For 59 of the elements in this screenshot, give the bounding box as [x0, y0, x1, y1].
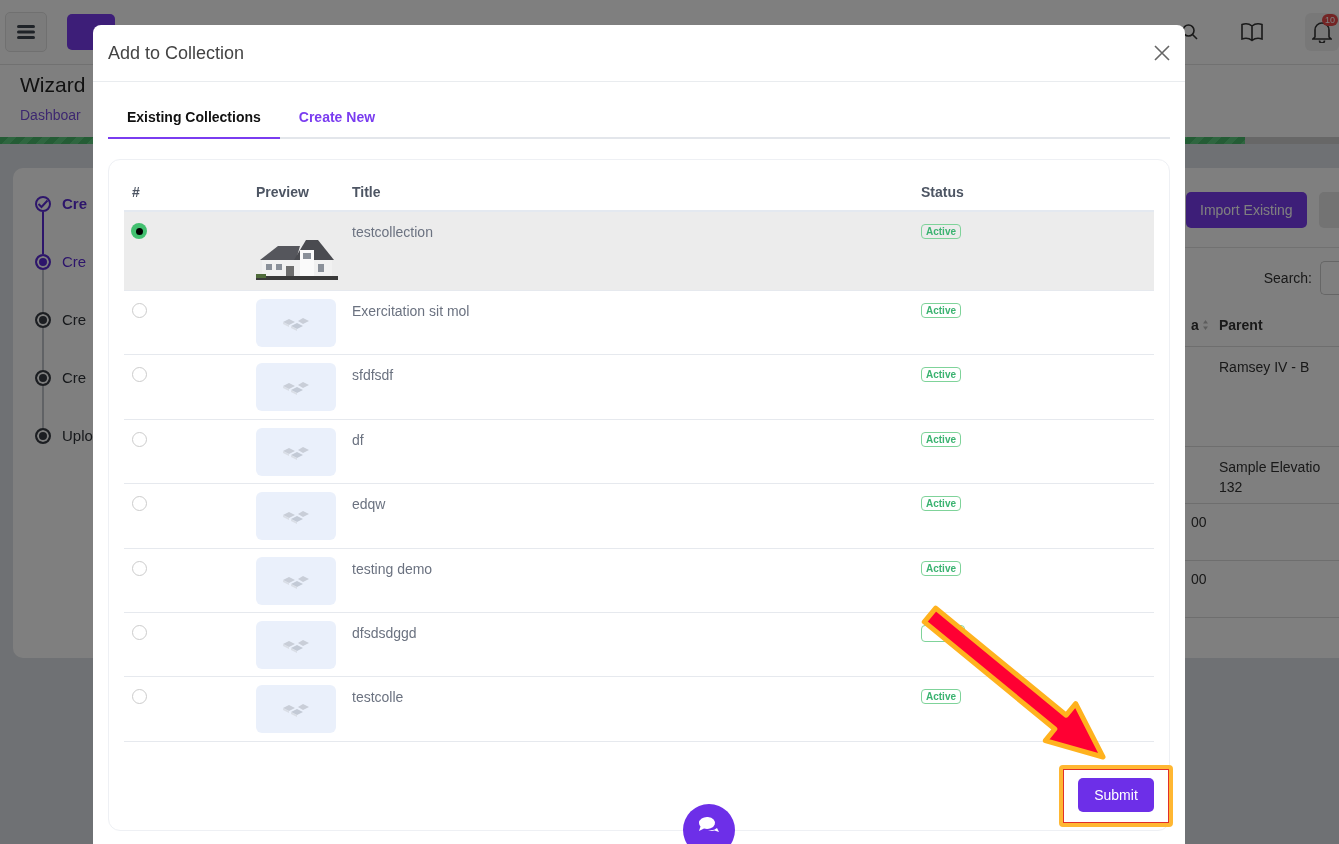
search-field[interactable]	[1320, 261, 1339, 295]
menu-icon	[17, 24, 35, 40]
book-icon[interactable]	[1241, 22, 1263, 42]
step-marker	[35, 428, 51, 444]
collection-title: Exercitation sit mol	[352, 303, 470, 319]
modal-title: Add to Collection	[108, 42, 245, 64]
radio-button[interactable]	[132, 624, 147, 640]
status-badge: Active	[921, 689, 961, 705]
column-header: #	[131, 184, 141, 200]
import-existing-button[interactable]: Import Existing	[1186, 192, 1307, 228]
chat-icon	[697, 815, 721, 835]
menu-button[interactable]	[5, 12, 47, 52]
collection-title: testing demo	[352, 560, 433, 577]
step-marker	[35, 370, 51, 386]
collection-title: testcollection	[352, 224, 433, 240]
notification-badge: 10	[1322, 14, 1338, 26]
tab[interactable]: Create New	[279, 99, 395, 139]
column-header[interactable]: a	[1191, 317, 1199, 333]
radio-button[interactable]	[131, 223, 147, 239]
radio-button[interactable]	[132, 560, 147, 576]
collection-title: df	[352, 431, 364, 448]
status-badge: Active	[921, 431, 961, 447]
collection-title: testcolle	[352, 689, 404, 706]
status-badge: Active	[921, 560, 961, 576]
step-label[interactable]: Uplo	[62, 428, 93, 444]
collection-title: sfdfsdf	[352, 367, 394, 384]
status-badge: Active	[921, 367, 961, 383]
radio-button[interactable]	[132, 303, 147, 318]
search-label: Search:	[1263, 270, 1312, 286]
table-cell: 00	[1191, 514, 1207, 530]
column-header: Preview	[256, 184, 310, 200]
status-badge: Active	[921, 303, 961, 318]
radio-button[interactable]	[132, 496, 147, 512]
table-cell: 00	[1191, 571, 1207, 587]
notification-button[interactable]: 10	[1305, 13, 1339, 51]
radio-button[interactable]	[132, 367, 147, 383]
step-marker	[35, 312, 51, 328]
status-badge: Active	[921, 496, 961, 512]
column-header: Title	[352, 184, 382, 200]
sort-icon[interactable]	[1201, 319, 1209, 331]
collection-title: dfsdsdggd	[352, 624, 417, 641]
step-label[interactable]: Cre	[62, 312, 87, 370]
search-icon[interactable]	[1181, 23, 1199, 41]
tab[interactable]: Existing Collections	[108, 99, 280, 139]
radio-button[interactable]	[132, 431, 147, 447]
step-label[interactable]: Cre	[62, 254, 87, 312]
radio-button[interactable]	[132, 689, 147, 705]
column-header: Status	[921, 184, 965, 200]
submit-button[interactable]: Submit	[1078, 777, 1154, 812]
status-badge: Active	[921, 224, 961, 239]
table-cell-text: Sample Elevatio 132	[1219, 458, 1322, 497]
table-cell-text: Ramsey IV - B	[1219, 358, 1311, 377]
collection-title: edqw	[352, 496, 386, 513]
column-header[interactable]: Parent	[1219, 315, 1339, 335]
page-title: Wizard	[20, 73, 87, 97]
step-label[interactable]: Cre	[62, 370, 87, 428]
bell-icon	[1312, 21, 1332, 43]
close-icon[interactable]	[1154, 45, 1170, 61]
step-label[interactable]: Cre	[62, 196, 87, 254]
